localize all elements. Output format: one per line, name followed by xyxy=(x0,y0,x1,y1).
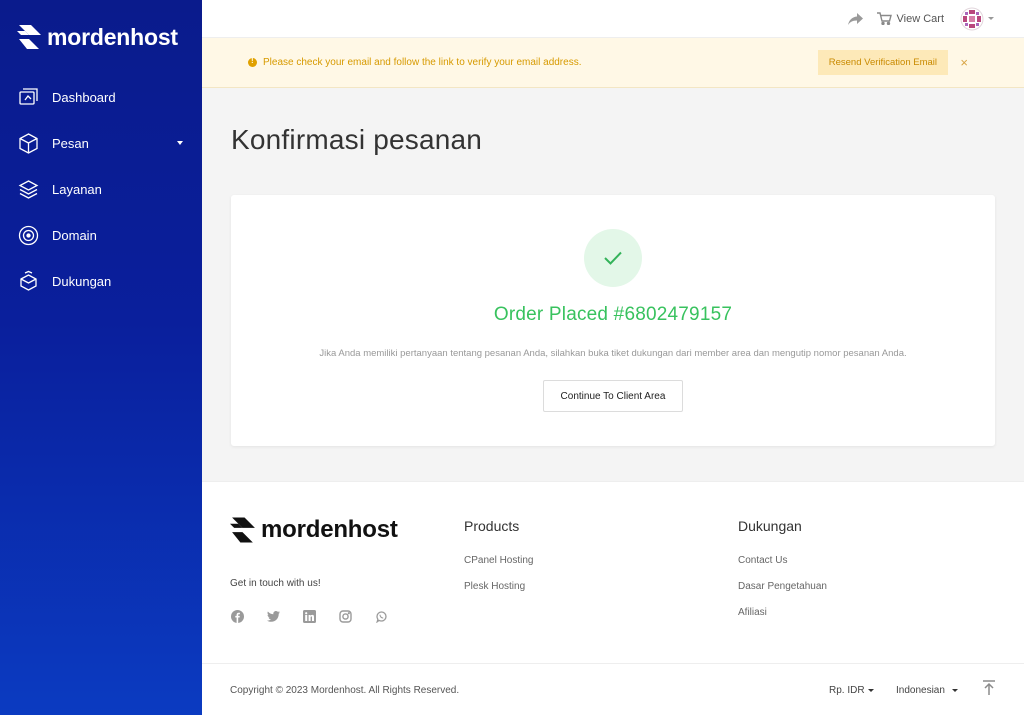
box-icon xyxy=(17,132,40,155)
order-placed-heading: Order Placed #6802479157 xyxy=(493,304,733,325)
sidebar-item-label: Dukungan xyxy=(52,273,112,289)
exclamation-icon xyxy=(248,56,257,67)
products-title: Products xyxy=(464,518,520,534)
support-links: Contact Us Dasar Pengetahuan Afiliasi xyxy=(738,555,827,633)
continue-to-client-area-button[interactable]: Continue To Client Area xyxy=(543,380,683,412)
chevron-down-icon xyxy=(177,141,183,145)
copyright-text: Copyright © 2023 Mordenhost. All Rights … xyxy=(230,685,460,696)
sidebar-item-domain[interactable]: Domain xyxy=(0,212,202,258)
footer-tagline: Get in touch with us! xyxy=(230,578,321,589)
view-cart-label: View Cart xyxy=(896,12,944,25)
currency-value: Rp. IDR xyxy=(829,685,865,696)
language-selector[interactable]: Indonesian xyxy=(896,685,958,696)
instagram-icon[interactable] xyxy=(338,609,352,623)
bottom-bar: Copyright © 2023 Mordenhost. All Rights … xyxy=(202,663,1024,715)
chevron-down-icon xyxy=(867,689,874,692)
linkedin-icon[interactable] xyxy=(302,609,316,623)
language-value: Indonesian xyxy=(896,685,945,696)
support-title: Dukungan xyxy=(738,518,802,534)
sidebar: mordenhost Dashboard Pesan Layanan Domai… xyxy=(0,0,202,715)
verify-email-alert: Please check your email and follow the l… xyxy=(202,38,1024,88)
sidebar-item-dukungan[interactable]: Dukungan xyxy=(0,258,202,304)
alert-message: Please check your email and follow the l… xyxy=(263,57,582,68)
globe-icon xyxy=(17,224,40,247)
sidebar-item-pesan[interactable]: Pesan xyxy=(0,120,202,166)
currency-selector[interactable]: Rp. IDR xyxy=(829,685,874,696)
chevron-down-icon[interactable] xyxy=(988,17,994,20)
view-cart-link[interactable]: View Cart xyxy=(876,12,944,25)
avatar-icon xyxy=(960,7,984,30)
footer-link-cpanel-hosting[interactable]: CPanel Hosting xyxy=(464,555,533,581)
footer-link-knowledgebase[interactable]: Dasar Pengetahuan xyxy=(738,581,827,607)
footer-link-affiliates[interactable]: Afiliasi xyxy=(738,607,827,633)
sidebar-item-label: Domain xyxy=(52,227,97,243)
page-title: Konfirmasi pesanan xyxy=(231,124,483,155)
share-icon[interactable] xyxy=(847,12,863,25)
footer-link-plesk-hosting[interactable]: Plesk Hosting xyxy=(464,581,533,607)
brand-logo[interactable]: mordenhost xyxy=(0,0,202,74)
footer: mordenhost Get in touch with us! Product… xyxy=(202,481,1024,663)
products-links: CPanel Hosting Plesk Hosting xyxy=(464,555,533,607)
user-avatar[interactable] xyxy=(960,7,984,31)
success-check-icon xyxy=(584,229,642,287)
support-box-icon xyxy=(17,270,40,293)
whatsapp-icon[interactable] xyxy=(374,609,388,623)
top-bar: View Cart xyxy=(202,0,1024,38)
sidebar-nav: Dashboard Pesan Layanan Domain Dukungan xyxy=(0,74,202,304)
sidebar-item-label: Pesan xyxy=(52,135,89,151)
sidebar-item-label: Layanan xyxy=(52,181,102,197)
brand-mark-icon xyxy=(17,25,41,49)
resend-verification-button[interactable]: Resend Verification Email xyxy=(817,50,948,75)
sidebar-item-label: Dashboard xyxy=(52,89,116,105)
footer-link-contact-us[interactable]: Contact Us xyxy=(738,555,827,581)
order-description: Jika Anda memiliki pertanyaan tentang pe… xyxy=(319,348,907,359)
footer-brand-logo[interactable]: mordenhost xyxy=(230,515,398,545)
layers-icon xyxy=(17,178,40,201)
brand-name: mordenhost xyxy=(47,23,178,50)
dashboard-icon xyxy=(17,86,40,109)
close-icon[interactable]: × xyxy=(960,56,968,69)
sidebar-item-dashboard[interactable]: Dashboard xyxy=(0,74,202,120)
footer-brand-name: mordenhost xyxy=(261,516,398,543)
twitter-icon[interactable] xyxy=(266,609,280,623)
facebook-icon[interactable] xyxy=(230,609,244,623)
chevron-down-icon xyxy=(951,689,958,692)
sidebar-item-layanan[interactable]: Layanan xyxy=(0,166,202,212)
order-confirmation-card: Order Placed #6802479157 Jika Anda memil… xyxy=(231,195,995,446)
brand-mark-icon xyxy=(230,517,255,543)
back-to-top-icon[interactable] xyxy=(982,680,996,696)
social-links xyxy=(230,609,410,623)
cart-icon xyxy=(876,12,892,25)
